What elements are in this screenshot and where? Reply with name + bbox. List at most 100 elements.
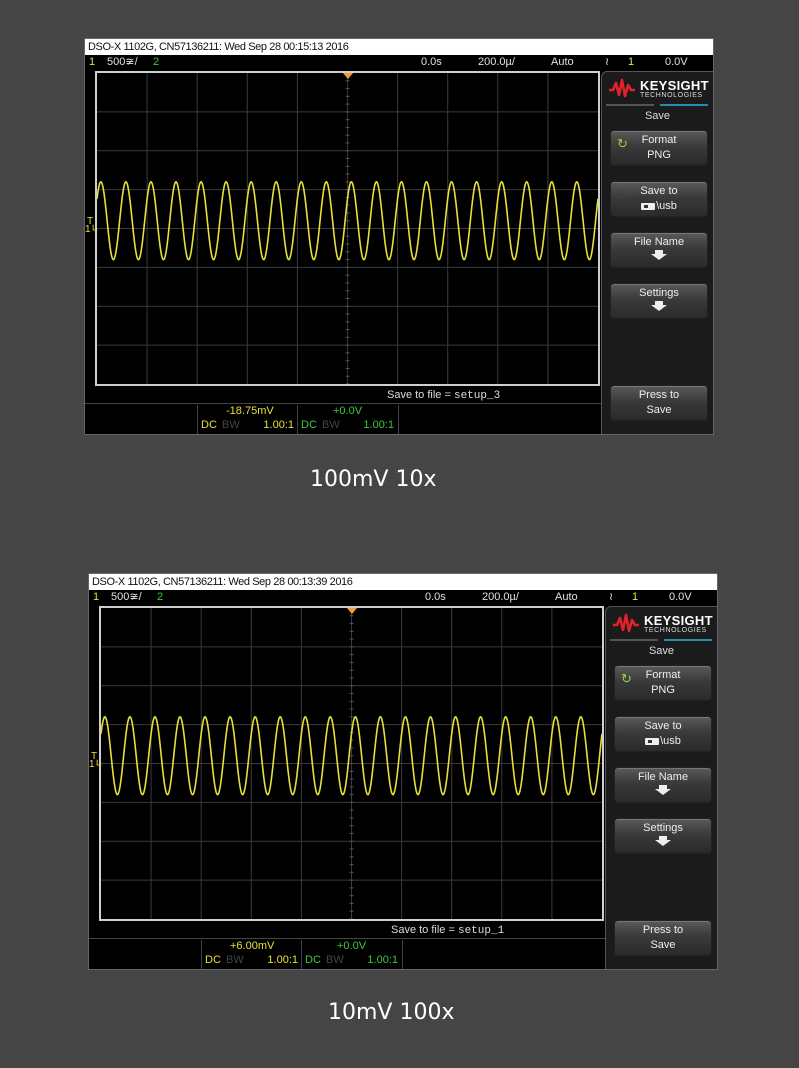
- cycle-icon: ↻: [617, 187, 628, 202]
- menu-title: Save: [644, 110, 671, 122]
- cycle-icon: ↻: [621, 722, 632, 737]
- save-file-label: Save to file =: [387, 389, 454, 401]
- press-to-save-line2: Save: [646, 404, 672, 416]
- press-to-save-line2: Save: [650, 939, 676, 951]
- ch1-info[interactable]: +6.00mV DC BW 1.00:1: [201, 940, 302, 969]
- channel-info-bar: +6.00mV DC BW 1.00:1 +0.0V DC BW 1.00:1: [89, 940, 605, 969]
- trigger-level[interactable]: 0.0V: [665, 55, 688, 70]
- cycle-icon: ↻: [621, 671, 632, 686]
- settings-softkey[interactable]: Settings: [614, 818, 712, 854]
- arrow-down-icon: [651, 250, 667, 260]
- caption-1: 100mV 10x: [310, 467, 437, 492]
- press-to-save-line1: Press to: [638, 389, 680, 401]
- ch1-bw-limit: BW: [222, 419, 240, 431]
- save-to-softkey[interactable]: ↻ Save to \usb: [610, 181, 708, 217]
- trigger-slope-icon: ≀: [605, 56, 610, 68]
- caption-2: 10mV 100x: [328, 1000, 455, 1025]
- status-bar: 1 500≆/ 2 0.0s 200.0µ/ Auto ≀ 1 0.0V: [85, 55, 713, 70]
- arrow-down-icon: [651, 301, 667, 311]
- scope-screenshot-2: DSO-X 1102G, CN57136211: Wed Sep 28 00:1…: [88, 573, 718, 970]
- cycle-icon: ↻: [617, 136, 628, 151]
- format-softkey[interactable]: ↻ Format PNG: [614, 665, 712, 701]
- ch2-info[interactable]: +0.0V DC BW 1.00:1: [301, 940, 403, 969]
- usb-drive-icon: [641, 202, 656, 210]
- trigger-level[interactable]: 0.0V: [669, 590, 692, 605]
- trigger-position-marker-icon[interactable]: [347, 608, 357, 614]
- file-name-softkey[interactable]: File Name: [614, 767, 712, 803]
- ch2-probe-ratio: 1.00:1: [367, 954, 398, 966]
- trigger-source[interactable]: 1: [632, 590, 638, 605]
- waveform-grid: [99, 606, 604, 921]
- format-softkey[interactable]: ↻ Format PNG: [610, 130, 708, 166]
- scope-screenshot-1: DSO-X 1102G, CN57136211: Wed Sep 28 00:1…: [84, 38, 714, 435]
- settings-label: Settings: [639, 287, 679, 299]
- waveform-grid: [95, 71, 600, 386]
- settings-softkey[interactable]: Settings: [610, 283, 708, 319]
- time-scale[interactable]: 200.0µ/: [482, 590, 519, 605]
- save-file-line: Save to file = setup_1: [89, 922, 605, 939]
- save-file-line: Save to file = setup_3: [85, 387, 601, 404]
- channel-1-ground-marker-icon[interactable]: 1↳: [89, 760, 103, 770]
- press-to-save-softkey[interactable]: Press to Save: [614, 920, 712, 956]
- ch1-number[interactable]: 1: [89, 55, 95, 70]
- ch2-number[interactable]: 2: [157, 590, 163, 605]
- trigger-slope-icon: ≀: [609, 591, 614, 603]
- ch2-info[interactable]: +0.0V DC BW 1.00:1: [297, 405, 399, 434]
- divider: [610, 639, 658, 641]
- keysight-wave-icon: [613, 613, 639, 633]
- ch1-probe-ratio: 1.00:1: [263, 419, 294, 431]
- save-file-text: Save to file = setup_1: [391, 922, 504, 939]
- ch1-probe-ratio: 1.00:1: [267, 954, 298, 966]
- save-file-label: Save to file =: [391, 924, 458, 936]
- channel-marker-label: 1: [89, 759, 95, 770]
- press-to-save-line1: Press to: [642, 924, 684, 936]
- ch1-scale[interactable]: 500≆/: [107, 55, 138, 70]
- save-file-text: Save to file = setup_3: [387, 387, 500, 404]
- ch2-probe-ratio: 1.00:1: [363, 419, 394, 431]
- trigger-source[interactable]: 1: [628, 55, 634, 70]
- time-scale[interactable]: 200.0µ/: [478, 55, 515, 70]
- ch2-bw-limit: BW: [322, 419, 340, 431]
- press-to-save-softkey[interactable]: Press to Save: [610, 385, 708, 421]
- keysight-logo: KEYSIGHT TECHNOLOGIES: [612, 613, 713, 635]
- ch1-info[interactable]: -18.75mV DC BW 1.00:1: [197, 405, 298, 434]
- trigger-mode[interactable]: Auto: [555, 590, 578, 605]
- trigger-position-marker-icon[interactable]: [343, 73, 353, 79]
- brand-sub: TECHNOLOGIES: [644, 627, 707, 634]
- ch1-coupling: DC: [205, 954, 221, 966]
- title-bar: DSO-X 1102G, CN57136211: Wed Sep 28 00:1…: [89, 574, 717, 590]
- save-file-name: setup_3: [453, 390, 501, 402]
- ch2-number[interactable]: 2: [153, 55, 159, 70]
- file-name-label: File Name: [637, 771, 689, 783]
- softkey-panel: KEYSIGHT TECHNOLOGIES Save ↻ Format PNG …: [601, 71, 713, 434]
- status-bar: 1 500≆/ 2 0.0s 200.0µ/ Auto ≀ 1 0.0V: [89, 590, 717, 605]
- divider: [606, 104, 654, 106]
- softkey-panel: KEYSIGHT TECHNOLOGIES Save ↻ Format PNG …: [605, 606, 717, 969]
- keysight-logo: KEYSIGHT TECHNOLOGIES: [608, 78, 709, 100]
- menu-title: Save: [648, 645, 675, 657]
- save-to-softkey[interactable]: ↻ Save to \usb: [614, 716, 712, 752]
- brand-name: KEYSIGHT: [640, 78, 709, 93]
- ch1-bw-limit: BW: [226, 954, 244, 966]
- time-offset[interactable]: 0.0s: [421, 55, 442, 70]
- keysight-wave-icon: [609, 78, 635, 98]
- accent-divider: [660, 104, 708, 106]
- arrow-down-icon: [655, 836, 671, 846]
- ch1-scale[interactable]: 500≆/: [111, 590, 142, 605]
- channel-marker-label: 1: [85, 224, 91, 235]
- channel-1-ground-marker-icon[interactable]: 1↳: [85, 225, 99, 235]
- ch1-number[interactable]: 1: [93, 590, 99, 605]
- file-name-label: File Name: [633, 236, 685, 248]
- ch1-offset: -18.75mV: [226, 405, 274, 417]
- settings-label: Settings: [643, 822, 683, 834]
- ch2-coupling: DC: [305, 954, 321, 966]
- ch2-coupling: DC: [301, 419, 317, 431]
- save-file-name: setup_1: [457, 925, 505, 937]
- trigger-mode[interactable]: Auto: [551, 55, 574, 70]
- arrow-down-icon: [655, 785, 671, 795]
- save-to-path: \usb: [660, 735, 681, 747]
- time-offset[interactable]: 0.0s: [425, 590, 446, 605]
- file-name-softkey[interactable]: File Name: [610, 232, 708, 268]
- brand-name: KEYSIGHT: [644, 613, 713, 628]
- ch1-coupling: DC: [201, 419, 217, 431]
